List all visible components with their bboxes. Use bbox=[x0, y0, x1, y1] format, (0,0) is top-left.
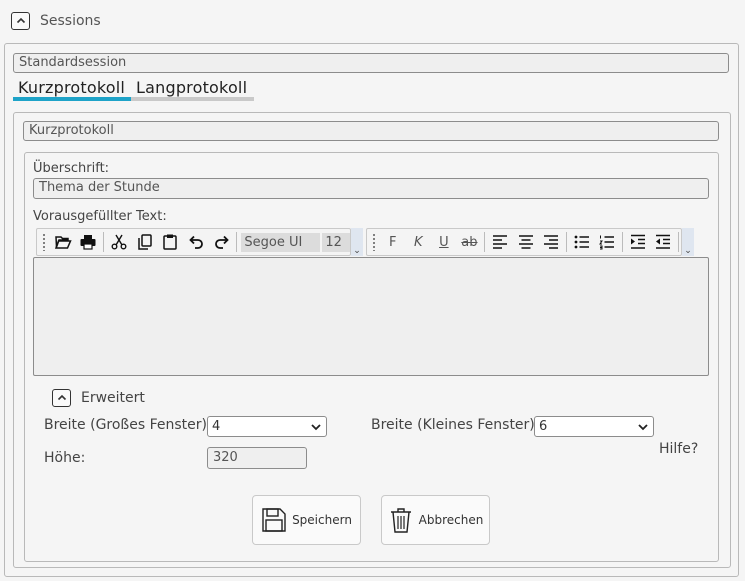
font-family-select[interactable]: Segoe UI bbox=[241, 232, 321, 252]
width-small-label: Breite (Kleines Fenster) bbox=[371, 417, 535, 433]
height-input[interactable]: 320 bbox=[207, 447, 307, 469]
save-button[interactable]: Speichern bbox=[252, 495, 361, 545]
toolbar-separator bbox=[236, 232, 238, 252]
align-left-icon bbox=[492, 235, 507, 249]
font-size-select[interactable]: 12 bbox=[322, 232, 351, 252]
align-left-button[interactable] bbox=[487, 230, 513, 254]
toolbar-overflow-button[interactable]: ⌄ bbox=[351, 228, 363, 256]
cut-button[interactable] bbox=[106, 230, 132, 254]
toolbar-clipboard: Segoe UI 12 bbox=[36, 228, 351, 256]
width-large-label: Breite (Großes Fenster) bbox=[44, 417, 207, 433]
chevron-up-icon bbox=[16, 17, 25, 24]
cut-icon bbox=[111, 234, 127, 250]
sessions-collapse-button[interactable] bbox=[11, 12, 30, 30]
tab-kurzprotokoll[interactable]: Kurzprotokoll bbox=[18, 78, 125, 97]
toolbar-grip[interactable] bbox=[372, 233, 376, 251]
toolbar-separator bbox=[103, 232, 105, 252]
chevron-down-icon bbox=[638, 423, 648, 430]
toolbar-separator bbox=[621, 232, 623, 252]
bullet-list-icon bbox=[574, 235, 589, 249]
toolbar-separator bbox=[565, 232, 567, 252]
outdent-icon bbox=[656, 234, 671, 249]
sessions-title: Sessions bbox=[40, 13, 101, 29]
outdent-button[interactable] bbox=[651, 230, 677, 254]
toolbar-overflow-button[interactable]: ⌄ bbox=[682, 228, 694, 256]
width-small-select[interactable]: 6 bbox=[534, 416, 654, 437]
advanced-collapse-button[interactable] bbox=[52, 389, 71, 407]
cancel-label: Abbrechen bbox=[418, 513, 484, 527]
italic-button[interactable]: K bbox=[406, 230, 432, 254]
advanced-title: Erweitert bbox=[81, 390, 145, 406]
tab-langprotokoll[interactable]: Langprotokoll bbox=[136, 78, 247, 97]
undo-icon bbox=[189, 235, 203, 249]
width-large-value: 4 bbox=[212, 419, 221, 434]
heading-input[interactable]: Thema der Stunde bbox=[33, 178, 709, 199]
align-center-button[interactable] bbox=[513, 230, 539, 254]
protocol-name-field[interactable]: Kurzprotokoll bbox=[23, 121, 719, 141]
height-label: Höhe: bbox=[44, 450, 86, 466]
toolbar-formatting: F K U ab bbox=[366, 228, 682, 256]
copy-icon bbox=[137, 234, 152, 250]
chevron-up-icon bbox=[57, 394, 66, 401]
align-center-icon bbox=[518, 235, 533, 249]
bold-button[interactable]: F bbox=[380, 230, 406, 254]
toolbar-separator bbox=[678, 232, 680, 252]
bullet-list-button[interactable] bbox=[569, 230, 595, 254]
tab-inactive-indicator bbox=[131, 97, 254, 101]
paste-icon bbox=[163, 234, 178, 250]
help-link[interactable]: Hilfe? bbox=[659, 441, 698, 457]
tab-active-indicator bbox=[13, 97, 131, 101]
redo-button[interactable] bbox=[209, 230, 235, 254]
numbered-list-button[interactable] bbox=[594, 230, 620, 254]
indent-icon bbox=[630, 234, 645, 249]
rich-text-editor[interactable] bbox=[33, 257, 709, 376]
trash-icon bbox=[390, 508, 411, 533]
session-name-field[interactable]: Standardsession bbox=[13, 53, 729, 73]
copy-button[interactable] bbox=[132, 230, 158, 254]
toolbar-grip[interactable] bbox=[42, 233, 46, 251]
cancel-button[interactable]: Abbrechen bbox=[381, 495, 490, 545]
print-button[interactable] bbox=[76, 230, 102, 254]
align-right-icon bbox=[544, 235, 559, 249]
open-icon bbox=[54, 236, 72, 249]
width-large-select[interactable]: 4 bbox=[207, 416, 327, 437]
numbered-list-icon bbox=[599, 235, 615, 250]
open-button[interactable] bbox=[50, 230, 76, 254]
toolbar-separator bbox=[484, 232, 486, 252]
print-icon bbox=[80, 235, 96, 250]
save-icon bbox=[262, 508, 286, 532]
heading-label: Überschrift: bbox=[33, 161, 110, 176]
width-small-value: 6 bbox=[539, 419, 548, 434]
chevron-down-icon bbox=[311, 423, 321, 430]
save-label: Speichern bbox=[292, 513, 352, 527]
paste-button[interactable] bbox=[157, 230, 183, 254]
undo-button[interactable] bbox=[183, 230, 209, 254]
prefill-label: Vorausgefüllter Text: bbox=[33, 209, 167, 224]
indent-button[interactable] bbox=[625, 230, 651, 254]
underline-button[interactable]: U bbox=[431, 230, 457, 254]
redo-icon bbox=[214, 235, 229, 249]
align-right-button[interactable] bbox=[538, 230, 564, 254]
strikethrough-button[interactable]: ab bbox=[457, 230, 483, 254]
